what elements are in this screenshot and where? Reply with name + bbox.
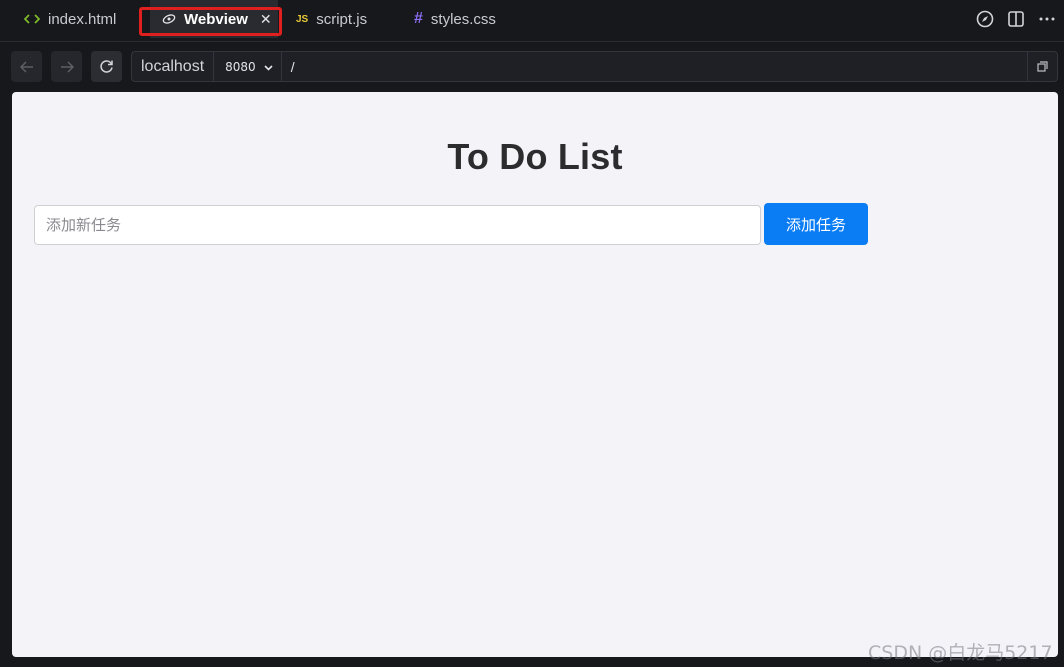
code-icon xyxy=(24,13,40,25)
tab-label: styles.css xyxy=(430,10,496,28)
page-title: To Do List xyxy=(447,136,623,177)
arrow-right-icon xyxy=(60,60,74,73)
add-task-button[interactable]: 添加任务 xyxy=(764,203,868,245)
new-task-input[interactable] xyxy=(34,205,761,245)
webview-viewport: To Do List 添加任务 xyxy=(12,92,1058,657)
split-editor-icon[interactable] xyxy=(1005,8,1027,30)
refresh-icon xyxy=(100,60,113,73)
hash-icon: # xyxy=(414,10,423,27)
browser-url-bar: localhost 8080 / xyxy=(0,42,1064,92)
watermark: CSDN @白龙马5217 xyxy=(868,642,1053,664)
js-icon: JS xyxy=(296,13,309,25)
chevron-down-icon xyxy=(264,60,273,74)
port-value: 8080 xyxy=(225,59,256,74)
address-bar[interactable]: localhost 8080 / xyxy=(131,51,1058,82)
forward-button[interactable] xyxy=(51,51,82,82)
compass-icon[interactable] xyxy=(974,8,996,30)
tab-index-html[interactable]: index.html xyxy=(24,0,116,38)
reload-button[interactable] xyxy=(91,51,122,82)
path-input[interactable]: / xyxy=(282,59,1027,75)
tab-label: index.html xyxy=(48,10,117,28)
port-select[interactable]: 8080 xyxy=(214,52,282,81)
tab-styles-css[interactable]: # styles.css xyxy=(414,0,496,38)
host-label: localhost xyxy=(132,52,215,81)
editor-tab-bar: index.html Webview ✕ JS script.js # styl… xyxy=(0,0,1064,42)
tab-webview[interactable]: Webview ✕ xyxy=(150,0,278,38)
tab-script-js[interactable]: JS script.js xyxy=(296,0,367,38)
toolbar-actions xyxy=(965,8,1058,30)
back-button[interactable] xyxy=(11,51,42,82)
tab-label: script.js xyxy=(316,10,368,28)
open-external-icon[interactable] xyxy=(1027,52,1057,81)
arrow-left-icon xyxy=(19,60,33,73)
tab-label: Webview xyxy=(184,10,248,28)
close-icon[interactable]: ✕ xyxy=(260,11,272,28)
more-icon[interactable] xyxy=(1036,8,1058,30)
eye-icon xyxy=(162,13,176,25)
